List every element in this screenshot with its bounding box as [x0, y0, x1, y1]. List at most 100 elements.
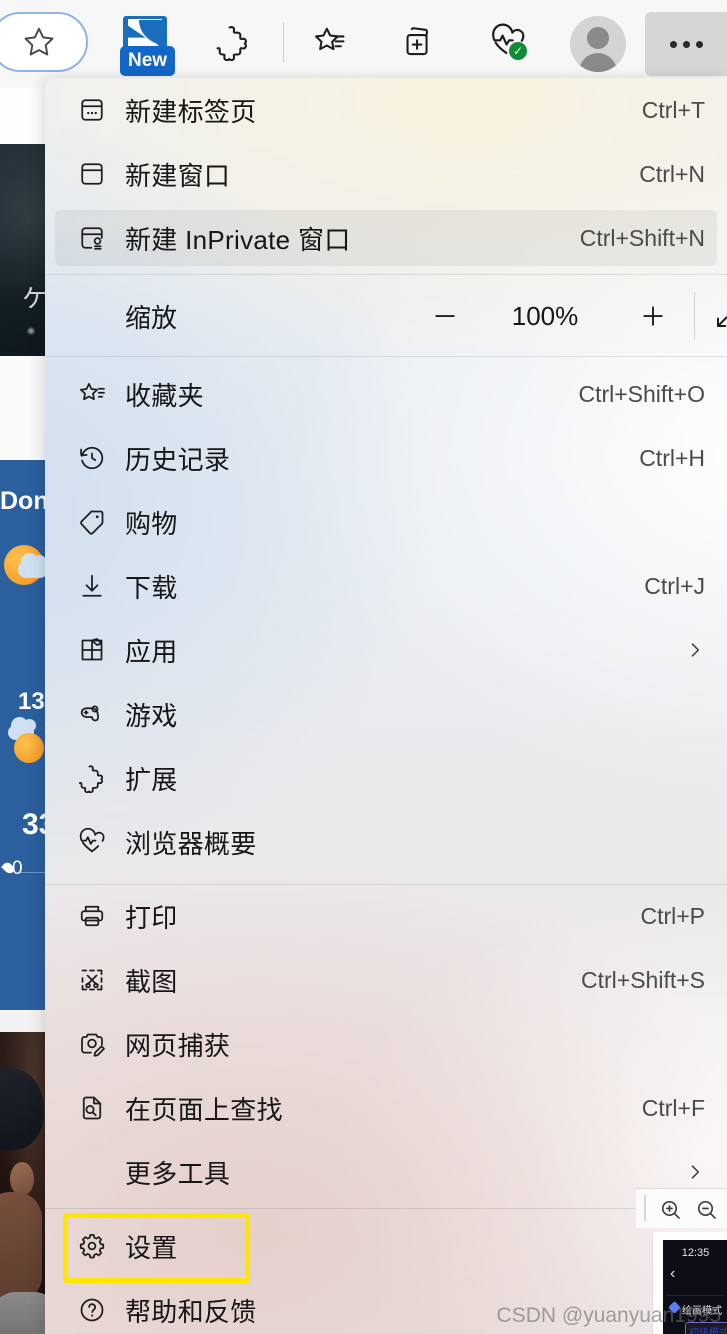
- watermark: CSDN @yuanyuan1995: [496, 1304, 721, 1327]
- menu-item-label: 新建 InPrivate 窗口: [125, 224, 351, 255]
- zoom-level-value: 100%: [511, 300, 579, 331]
- menu-item-screenshot[interactable]: 截图 Ctrl+Shift+S: [55, 952, 717, 1008]
- menu-item-more-tools[interactable]: 更多工具: [55, 1144, 717, 1200]
- menu-item-label: 新建标签页: [125, 96, 257, 127]
- phone-divider: [667, 1295, 724, 1296]
- menu-divider: [45, 356, 727, 357]
- menu-item-label: 新建窗口: [125, 160, 231, 191]
- ellipsis-icon: [682, 40, 690, 48]
- menu-item-label: 网页捕获: [125, 1030, 231, 1061]
- menu-item-label: 游戏: [125, 700, 178, 731]
- menu-item-games[interactable]: 游戏: [55, 686, 717, 742]
- browser-toolbar: New ✓: [0, 0, 727, 88]
- game-controller-icon: [76, 698, 108, 730]
- background-white-strip-mid: [0, 356, 48, 761]
- zoom-out-button[interactable]: [425, 296, 465, 336]
- zoom-in-icon[interactable]: [658, 1197, 684, 1223]
- puzzle-icon: [214, 23, 252, 61]
- puzzle-icon: [76, 762, 108, 794]
- fullscreen-button[interactable]: [707, 295, 727, 337]
- background-white-strip-low: [0, 1010, 48, 1032]
- heartbeat-icon: [76, 826, 108, 858]
- menu-item-shortcut: Ctrl+P: [640, 902, 705, 929]
- zoom-in-button[interactable]: [633, 296, 673, 336]
- preview-toolbar-divider: [644, 1195, 646, 1221]
- menu-item-shortcut: Ctrl+Shift+S: [581, 966, 705, 993]
- menu-item-new-window[interactable]: 新建窗口 Ctrl+N: [55, 146, 717, 202]
- menu-item-shortcut: Ctrl+J: [644, 572, 705, 599]
- new-window-icon: [76, 158, 108, 190]
- find-page-icon: [76, 1092, 108, 1124]
- collections-button[interactable]: [390, 14, 446, 70]
- menu-item-label: 扩展: [125, 764, 178, 795]
- profile-avatar[interactable]: [570, 16, 626, 72]
- screenshot-icon: [76, 964, 108, 996]
- browser-essentials-button[interactable]: ✓: [480, 14, 536, 70]
- menu-item-apps[interactable]: 应用: [55, 622, 717, 678]
- photo-caption-glyph: ケ: [21, 285, 47, 313]
- menu-divider: [45, 1208, 727, 1209]
- chevron-right-icon: [685, 1162, 705, 1182]
- menu-item-label: 应用: [125, 636, 178, 667]
- question-circle-icon: [76, 1294, 108, 1326]
- copilot-button[interactable]: New: [118, 14, 176, 76]
- price-tag-icon: [76, 506, 108, 538]
- star-list-icon: [76, 378, 108, 410]
- menu-item-shortcut: Ctrl+Shift+N: [579, 224, 705, 251]
- background-dark-photo-card[interactable]: ケ: [0, 144, 48, 356]
- settings-and-more-button[interactable]: [645, 12, 727, 76]
- add-favorite-button[interactable]: [0, 12, 88, 72]
- menu-item-web-capture[interactable]: 网页捕获: [55, 1016, 717, 1072]
- menu-item-history[interactable]: 历史记录 Ctrl+H: [55, 430, 717, 486]
- ellipsis-icon: [695, 40, 703, 48]
- menu-item-print[interactable]: 打印 Ctrl+P: [55, 888, 717, 944]
- toolbar-separator: [283, 22, 284, 62]
- menu-item-new-tab[interactable]: 新建标签页 Ctrl+T: [55, 82, 717, 138]
- weather-divider: [20, 872, 48, 873]
- menu-item-shortcut: Ctrl+T: [641, 96, 705, 123]
- menu-item-label: 购物: [125, 508, 178, 539]
- menu-item-settings[interactable]: 设置: [55, 1218, 717, 1274]
- menu-item-favorites[interactable]: 收藏夹 Ctrl+Shift+O: [55, 366, 717, 422]
- apps-grid-icon: [76, 634, 108, 666]
- menu-item-label: 历史记录: [125, 444, 231, 475]
- menu-item-shortcut: Ctrl+N: [639, 160, 705, 187]
- menu-divider: [45, 884, 727, 885]
- zoom-label: 缩放: [125, 302, 178, 333]
- ellipsis-icon: [669, 40, 677, 48]
- menu-item-find-on-page[interactable]: 在页面上查找 Ctrl+F: [55, 1080, 717, 1136]
- new-tab-icon: [76, 94, 108, 126]
- background-person-photo[interactable]: [0, 1032, 48, 1334]
- extensions-button[interactable]: [205, 14, 261, 70]
- zoom-row: 缩放 100%: [55, 278, 727, 354]
- favorites-button[interactable]: [302, 14, 358, 70]
- menu-item-shortcut: Ctrl+Shift+O: [578, 380, 705, 407]
- menu-item-label: 设置: [125, 1232, 178, 1263]
- menu-divider: [45, 274, 727, 275]
- menu-item-shortcut: Ctrl+F: [641, 1094, 705, 1121]
- menu-item-label: 截图: [125, 966, 178, 997]
- collections-add-icon: [399, 23, 437, 61]
- promo-headline: Don: [0, 487, 49, 515]
- zoom-out-icon[interactable]: [694, 1197, 720, 1223]
- inprivate-icon: [76, 222, 108, 254]
- menu-item-label: 在页面上查找: [125, 1094, 283, 1125]
- chevron-right-icon: [685, 640, 705, 660]
- menu-item-downloads[interactable]: 下载 Ctrl+J: [55, 558, 717, 614]
- menu-item-shopping[interactable]: 购物: [55, 494, 717, 550]
- menu-item-browser-essentials[interactable]: 浏览器概要: [55, 814, 717, 870]
- menu-item-new-inprivate-window[interactable]: 新建 InPrivate 窗口 Ctrl+Shift+N: [55, 210, 717, 266]
- history-clock-icon: [76, 442, 108, 474]
- menu-item-label: 下载: [125, 572, 178, 603]
- star-list-icon: [311, 23, 349, 61]
- web-capture-icon: [76, 1028, 108, 1060]
- star-outline-icon: [21, 24, 57, 60]
- printer-icon: [76, 900, 108, 932]
- shield-check-badge: ✓: [509, 42, 527, 60]
- menu-item-extensions[interactable]: 扩展: [55, 750, 717, 806]
- settings-and-more-menu: 新建标签页 Ctrl+T 新建窗口 Ctrl+N 新建 InPrivate 窗口…: [45, 78, 727, 1334]
- download-arrow-icon: [76, 570, 108, 602]
- copilot-new-badge: New: [120, 46, 176, 76]
- chevron-left-icon[interactable]: ‹: [670, 1266, 675, 1282]
- phone-status-time: 12:35: [681, 1247, 710, 1259]
